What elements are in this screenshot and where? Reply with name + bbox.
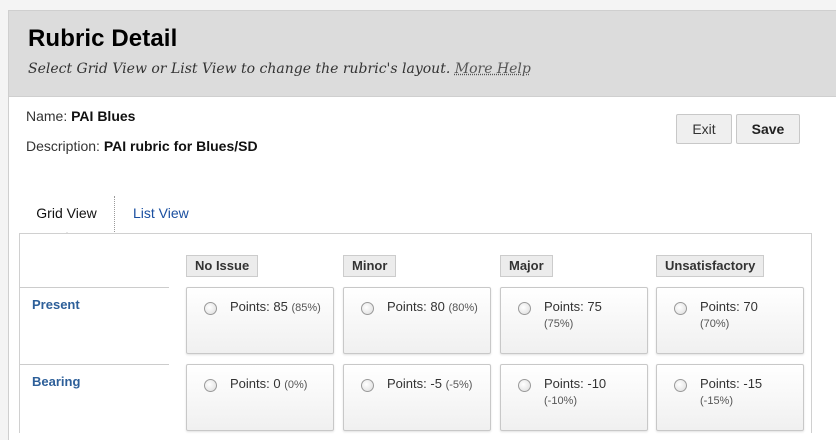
points-percent: (-5%) (445, 379, 473, 391)
points-text: Points: -5 (-5%) (387, 376, 487, 393)
radio-button[interactable] (204, 379, 217, 392)
points-percent: (85%) (291, 302, 321, 314)
column-header-unsatisfactory: Unsatisfactory (656, 255, 765, 277)
points-percent: (75%) (544, 318, 574, 330)
points-label: Points: (387, 376, 427, 391)
points-value: -10 (587, 376, 607, 391)
points-percent: (0%) (284, 379, 308, 391)
rubric-grid: No Issue Minor Major Unsatisfactory Pres… (19, 233, 812, 433)
points-text: Points: 0 (0%) (230, 376, 330, 393)
more-help-link[interactable]: More Help (455, 61, 531, 77)
radio-button[interactable] (361, 302, 374, 315)
rubric-cell-bearing-major[interactable]: Points: -10 (-10%) (500, 364, 648, 431)
points-text: Points: -10 (-10%) (544, 376, 644, 409)
points-value: 70 (743, 299, 758, 314)
rubric-cell-bearing-minor[interactable]: Points: -5 (-5%) (343, 364, 491, 431)
page-title: Rubric Detail (28, 25, 178, 52)
name-value: PAI Blues (71, 108, 136, 124)
points-label: Points: (387, 299, 427, 314)
radio-button[interactable] (361, 379, 374, 392)
tab-list-view[interactable]: List View (133, 196, 189, 232)
description-label: Description: (26, 138, 100, 154)
points-percent: (80%) (448, 302, 478, 314)
points-label: Points: (544, 299, 584, 314)
exit-button[interactable]: Exit (676, 114, 732, 144)
name-row: Name: PAI Blues (26, 107, 258, 137)
points-text: Points: 85 (85%) (230, 299, 330, 316)
page-header: Rubric Detail Select Grid View or List V… (9, 11, 836, 97)
rubric-info: Name: PAI Blues Description: PAI rubric … (26, 107, 258, 167)
rubric-cell-present-no-issue[interactable]: Points: 85 (85%) (186, 287, 334, 354)
tab-grid-view[interactable]: Grid View (19, 196, 115, 232)
radio-button[interactable] (204, 302, 217, 315)
points-text: Points: -15 (-15%) (700, 376, 800, 409)
radio-button[interactable] (674, 379, 687, 392)
rubric-cell-bearing-no-issue[interactable]: Points: 0 (0%) (186, 364, 334, 431)
rubric-cell-present-major[interactable]: Points: 75 (75%) (500, 287, 648, 354)
name-label: Name: (26, 108, 68, 124)
points-label: Points: (700, 376, 740, 391)
rubric-cell-present-unsatisfactory[interactable]: Points: 70 (70%) (656, 287, 804, 354)
description-row: Description: PAI rubric for Blues/SD (26, 137, 258, 167)
row-label-present: Present (32, 297, 80, 312)
save-button[interactable]: Save (736, 114, 800, 144)
points-percent: (-15%) (700, 395, 734, 407)
column-header-minor: Minor (343, 255, 397, 277)
page-subtitle: Select Grid View or List View to change … (28, 61, 816, 77)
points-value: 80 (430, 299, 445, 314)
points-value: -15 (743, 376, 763, 391)
column-header-no-issue: No Issue (186, 255, 259, 277)
points-percent: (70%) (700, 318, 730, 330)
points-value: -5 (430, 376, 442, 391)
points-value: 0 (273, 376, 281, 391)
row-divider (20, 287, 169, 288)
rubric-cell-bearing-unsatisfactory[interactable]: Points: -15 (-15%) (656, 364, 804, 431)
points-label: Points: (230, 299, 270, 314)
points-value: 85 (273, 299, 288, 314)
radio-button[interactable] (518, 379, 531, 392)
points-text: Points: 70 (70%) (700, 299, 800, 332)
rubric-cell-present-minor[interactable]: Points: 80 (80%) (343, 287, 491, 354)
points-value: 75 (587, 299, 602, 314)
points-label: Points: (544, 376, 584, 391)
radio-button[interactable] (674, 302, 687, 315)
subtitle-text: Select Grid View or List View to change … (28, 61, 451, 77)
points-text: Points: 75 (75%) (544, 299, 644, 332)
points-percent: (-10%) (544, 395, 578, 407)
column-header-major: Major (500, 255, 553, 277)
points-label: Points: (230, 376, 270, 391)
points-text: Points: 80 (80%) (387, 299, 487, 316)
description-value: PAI rubric for Blues/SD (103, 138, 258, 154)
points-label: Points: (700, 299, 740, 314)
row-divider (20, 364, 169, 365)
row-label-bearing: Bearing (32, 374, 81, 389)
radio-button[interactable] (518, 302, 531, 315)
